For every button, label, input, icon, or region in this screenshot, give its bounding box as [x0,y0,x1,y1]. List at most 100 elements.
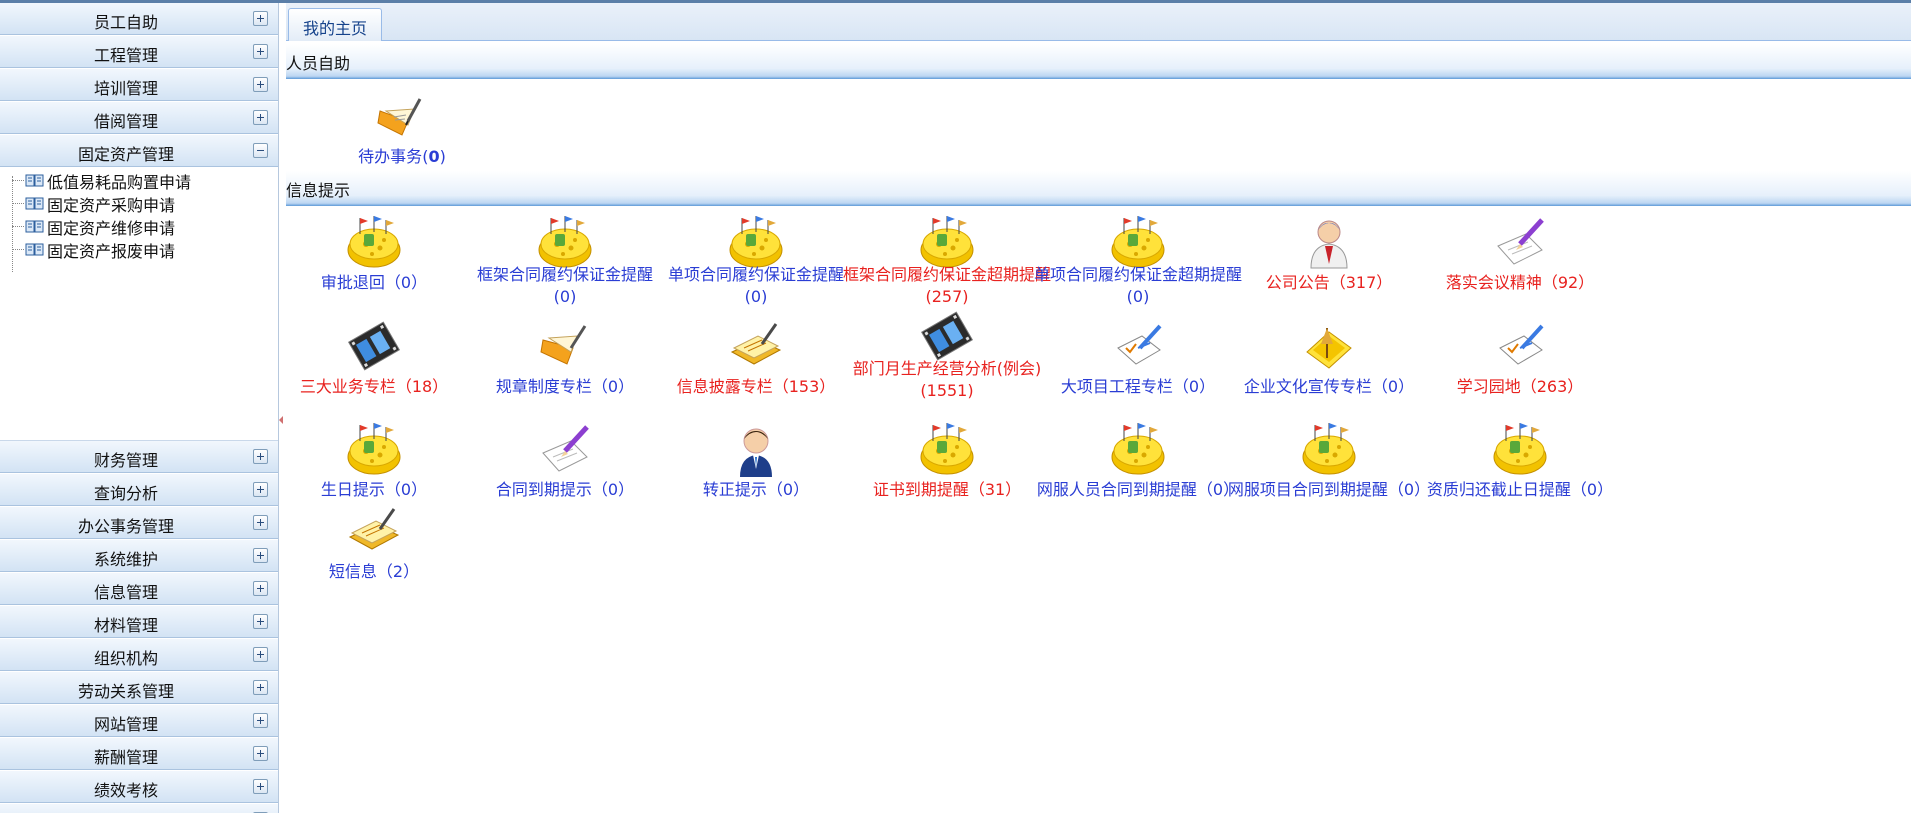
nav-section-label: 办公事务管理 [77,517,174,536]
tree-branch-line [12,249,24,250]
envelope-pen-icon [537,318,593,374]
film-reel-icon [919,308,975,364]
expand-plus-icon[interactable] [253,647,268,662]
nav-section[interactable]: 考勤管理 [0,804,278,813]
tree-item-label: 固定资产采购申请 [47,196,176,215]
book-icon [25,174,44,187]
nav-section-label: 工程管理 [93,46,158,65]
todo-text: 待办事务 [358,147,423,166]
section-header-information-prompts: 信息提示 [286,171,1911,206]
nav-section-label: 固定资产管理 [77,145,174,164]
nav-section-label: 系统维护 [93,550,158,569]
tab-my-homepage[interactable]: 我的主页 [288,8,382,41]
cheese-flags-icon [537,214,593,270]
sidebar-collapse-arrow-icon[interactable] [279,416,283,424]
section-header-personnel-self-service: 人员自助 [286,44,1911,79]
person-icon [1301,214,1357,270]
nav-section[interactable]: 培训管理 [0,69,278,101]
tree-branch-line [12,226,24,227]
checklist-icon [1110,318,1166,374]
todo-label: 待办事务(0) [286,146,518,168]
expand-plus-icon[interactable] [253,779,268,794]
nav-section[interactable]: 查询分析 [0,474,278,506]
nav-section[interactable]: 借阅管理 [0,102,278,134]
cheese-flags-icon [1301,421,1357,477]
nav-tree: 低值易耗品购置申请固定资产采购申请 固定资产维修申请 固定资产报废申请 [0,168,278,441]
nav-section-label: 组织机构 [93,649,158,668]
expand-plus-icon[interactable] [253,44,268,59]
tile-label-line: 落实会议精神（92） [1445,273,1595,292]
cheese-flags-icon [346,421,402,477]
cheese-flags-icon [1110,214,1166,270]
expand-plus-icon[interactable] [253,77,268,92]
checklist-icon [1492,318,1548,374]
cheese-flags-icon [919,421,975,477]
nav-section[interactable]: 员工自助 [0,3,278,35]
nav-section-label: 员工自助 [93,13,158,32]
folder-pen-icon [1301,318,1357,374]
film-reel-icon [346,318,402,374]
nav-section-label: 信息管理 [93,583,158,602]
tile-label: 资质归还截止日提醒（0） [1404,479,1636,501]
cheese-flags-icon [1110,421,1166,477]
expand-plus-icon[interactable] [253,11,268,26]
tab-label: 我的主页 [302,19,367,38]
nav-section-expanded[interactable]: 固定资产管理 [0,135,278,167]
expand-plus-icon[interactable] [253,449,268,464]
book-icon [25,220,44,233]
tile-label: 短信息（2） [258,561,490,583]
nav-section[interactable]: 材料管理 [0,606,278,638]
nav-section-label: 培训管理 [93,79,158,98]
cheese-flags-icon [346,214,402,270]
tile-label: 落实会议精神（92） [1404,272,1636,294]
expand-plus-icon[interactable] [253,581,268,596]
tree-item[interactable]: 低值易耗品购置申请 [0,169,270,192]
nav-section-label: 财务管理 [93,451,158,470]
nav-section[interactable]: 劳动关系管理 [0,672,278,704]
notes-pen-icon [728,318,784,374]
nav-section[interactable]: 财务管理 [0,441,278,473]
nav-section-label: 借阅管理 [93,112,158,131]
nav-section-label: 材料管理 [93,616,158,635]
cheese-flags-icon [919,214,975,270]
nav-section-label: 查询分析 [93,484,158,503]
nav-section[interactable]: 绩效考核 [0,771,278,803]
section-title: 信息提示 [286,181,351,200]
expand-plus-icon[interactable] [253,680,268,695]
expand-plus-icon[interactable] [253,110,268,125]
expand-plus-icon[interactable] [253,614,268,629]
notepad-pencil-icon [537,421,593,477]
tile-label-line: 资质归还截止日提醒（0） [1426,480,1614,499]
book-icon [25,197,44,210]
expand-plus-icon[interactable] [253,746,268,761]
tile-label-line: 短信息（2） [328,562,420,581]
nav-section[interactable]: 网站管理 [0,705,278,737]
user-suit-icon [728,421,784,477]
nav-section[interactable]: 薪酬管理 [0,738,278,770]
tree-item[interactable]: 固定资产采购申请 [0,192,270,215]
nav-section[interactable]: 组织机构 [0,639,278,671]
tile-label: 学习园地（263） [1404,376,1636,398]
section-title: 人员自助 [286,54,351,73]
tree-item-label: 固定资产维修申请 [47,219,176,238]
collapse-minus-icon[interactable] [253,143,268,158]
nav-section[interactable]: 信息管理 [0,573,278,605]
notes-pen-icon [346,503,402,559]
tree-item[interactable]: 固定资产维修申请 [0,215,270,238]
cheese-flags-icon [728,214,784,270]
tree-branch-line [12,203,24,204]
expand-plus-icon[interactable] [253,515,268,530]
book-icon [25,243,44,256]
main-panel: 我的主页 人员自助 待办事务(0) 信息提示 审批退回（0） 框架合同履约保证金提… [286,3,1911,813]
nav-section[interactable]: 办公事务管理 [0,507,278,539]
tree-item-label: 固定资产报废申请 [47,242,176,261]
nav-section-label: 绩效考核 [93,781,158,800]
nav-section[interactable]: 系统维护 [0,540,278,572]
nav-section[interactable]: 工程管理 [0,36,278,68]
todo-count: 0 [428,147,440,166]
tile-label-line: 学习园地（263） [1456,377,1584,396]
tree-item[interactable]: 固定资产报废申请 [0,238,270,261]
nav-section-label: 薪酬管理 [93,748,158,767]
todo-count-close: ) [439,147,446,166]
expand-plus-icon[interactable] [253,713,268,728]
